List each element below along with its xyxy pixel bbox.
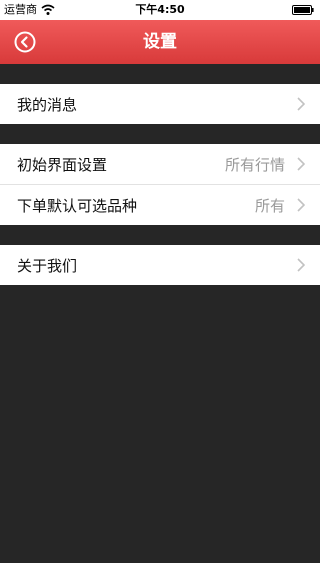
settings-group-messages: 我的消息 [0, 84, 320, 124]
nav-bar: 设置 [0, 20, 320, 64]
row-label: 下单默认可选品种 [17, 196, 138, 215]
row-label: 关于我们 [17, 256, 78, 275]
row-initial-screen[interactable]: 初始界面设置 所有行情 [0, 144, 320, 184]
settings-group-preferences: 初始界面设置 所有行情 下单默认可选品种 所有 [0, 144, 320, 225]
row-about-us[interactable]: 关于我们 [0, 245, 320, 285]
row-label: 初始界面设置 [17, 155, 108, 174]
row-value: 所有行情 [224, 155, 285, 174]
chevron-right-icon [297, 157, 305, 171]
status-bar: 运营商 下午4:50 [0, 0, 320, 20]
settings-group-about: 关于我们 [0, 245, 320, 285]
chevron-right-icon [297, 97, 305, 111]
chevron-right-icon [297, 198, 305, 212]
settings-screen: 运营商 下午4:50 设置 我的消息 初始界面设置 所有行情 下单默认可选品种 … [0, 0, 320, 563]
row-value: 所有 [254, 196, 285, 215]
chevron-right-icon [297, 258, 305, 272]
status-time: 下午4:50 [135, 3, 185, 16]
row-my-messages[interactable]: 我的消息 [0, 84, 320, 124]
battery-icon [292, 5, 314, 15]
page-title: 设置 [143, 32, 177, 52]
row-label: 我的消息 [17, 95, 78, 114]
row-default-order-product[interactable]: 下单默认可选品种 所有 [0, 184, 320, 225]
